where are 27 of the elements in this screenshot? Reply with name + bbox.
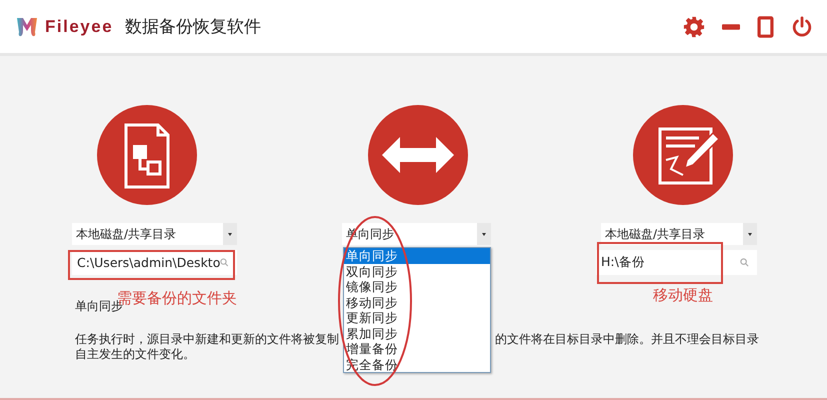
caret-icon [743, 223, 757, 245]
dropdown[interactable]: 本地磁盘/共享目录 [601, 223, 757, 245]
path-field[interactable]: C:\Users\admin\Deskto [72, 250, 237, 275]
dropdown-option[interactable]: 累加同步 [344, 326, 490, 341]
caret-icon [223, 223, 237, 245]
app-title: 数据备份恢复软件 [125, 16, 262, 38]
settings-icon[interactable] [683, 16, 705, 38]
maximize-icon[interactable] [757, 16, 774, 38]
dropdown-option[interactable]: 增量备份 [344, 341, 490, 356]
caret-icon [477, 223, 491, 245]
logo-icon [15, 16, 39, 38]
path-field[interactable]: H:\备份 [596, 250, 757, 275]
description-text: 任务执行时，源目录中新建和更新的文件将被复制 [75, 332, 340, 347]
edit-document-icon [633, 105, 733, 205]
minimize-icon[interactable] [722, 24, 740, 30]
description-text: 的文件将在目标目录中删除。并且不理会目标目录 [495, 332, 759, 347]
dropdown-option[interactable]: 双向同步 [344, 264, 490, 279]
document-icon [97, 105, 197, 205]
dropdown-option[interactable]: 单向同步 [344, 248, 490, 264]
dropdown-option[interactable]: 镜像同步 [344, 279, 490, 294]
dropdown-option[interactable]: 更新同步 [344, 310, 490, 326]
dropdown-option[interactable]: 移动同步 [344, 294, 490, 310]
annotation-text: 移动硬盘 [653, 286, 713, 305]
logo-text: Fileyee [45, 16, 114, 36]
dropdown[interactable]: 本地磁盘/共享目录 [72, 223, 237, 245]
power-icon[interactable] [791, 16, 813, 38]
description-text: 自主发生的文件变化。 [75, 347, 195, 362]
